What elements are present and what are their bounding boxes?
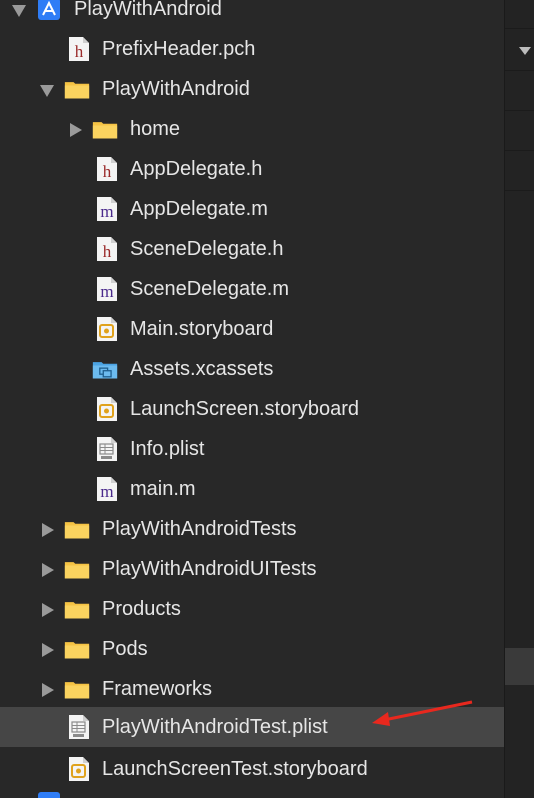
navigator-item-label: SceneDelegate.h <box>130 238 284 260</box>
navigator-row-tests[interactable]: PlayWithAndroidTests <box>0 509 504 549</box>
plist-icon <box>69 715 89 739</box>
h-file-icon: h <box>97 157 117 181</box>
folder-icon <box>92 122 118 139</box>
navigator-item-label: PrefixHeader.pch <box>102 38 256 60</box>
disclosure-triangle-icon[interactable] <box>12 5 26 17</box>
navigator-item-label: Frameworks <box>102 678 213 700</box>
disclosure-triangle-icon[interactable] <box>42 603 54 617</box>
navigator-row-main-storyboard[interactable]: Main.storyboard <box>0 309 504 349</box>
svg-text:m: m <box>100 282 113 301</box>
navigator-row-appdelegate-m[interactable]: m AppDelegate.m <box>0 189 504 229</box>
editor-separator <box>505 110 534 111</box>
h-file-icon: h <box>97 237 117 261</box>
navigator-item-label: AppDelegate.m <box>130 198 268 220</box>
folder-icon <box>64 82 90 99</box>
disclosure-triangle-icon[interactable] <box>42 643 54 657</box>
svg-text:m: m <box>100 482 113 501</box>
navigator-item-label: PlayWithAndroid <box>102 78 250 100</box>
h-file-icon: h <box>69 37 89 61</box>
navigator-row-playwithandroid-group[interactable]: PlayWithAndroid <box>0 69 504 109</box>
svg-text:m: m <box>100 202 113 221</box>
navigator-item-label: LaunchScreen.storyboard <box>130 398 360 420</box>
xcode-project-icon <box>38 792 60 798</box>
editor-separator <box>505 150 534 151</box>
m-file-icon: m <box>97 197 117 221</box>
navigator-item-label: Assets.xcassets <box>130 358 274 380</box>
disclosure-triangle-icon[interactable] <box>70 123 82 137</box>
svg-text:h: h <box>103 162 112 181</box>
disclosure-triangle-icon[interactable] <box>42 563 54 577</box>
navigator-row-pods[interactable]: Pods <box>0 629 504 669</box>
navigator-row-main-m[interactable]: m main.m <box>0 469 504 509</box>
storyboard-icon <box>69 757 89 781</box>
navigator-row-appdelegate-h[interactable]: h AppDelegate.h <box>0 149 504 189</box>
navigator-row-uitests[interactable]: PlayWithAndroidUITests <box>0 549 504 589</box>
navigator-item-label: PlayWithAndroidTest.plist <box>102 716 328 738</box>
navigator-row-launchscreen-storyboard[interactable]: LaunchScreen.storyboard <box>0 389 504 429</box>
editor-separator <box>505 70 534 71</box>
navigator-row-scenedelegate-m[interactable]: m SceneDelegate.m <box>0 269 504 309</box>
disclosure-triangle-icon[interactable] <box>42 683 54 697</box>
navigator-row-products[interactable]: Products <box>0 589 504 629</box>
storyboard-icon <box>97 317 117 341</box>
navigator-row-project[interactable]: PlayWithAndroid <box>0 0 504 29</box>
navigator-row-home[interactable]: home <box>0 109 504 149</box>
svg-text:h: h <box>75 42 84 61</box>
navigator-item-label: main.m <box>130 478 196 500</box>
svg-text:h: h <box>103 242 112 261</box>
navigator-item-label: Main.storyboard <box>130 318 274 340</box>
navigator-row-launchscreentest-storyboard[interactable]: LaunchScreenTest.storyboard <box>0 749 504 789</box>
navigator-item-label: SceneDelegate.m <box>130 278 289 300</box>
folder-icon <box>64 562 90 579</box>
navigator-item-label: Products <box>102 598 181 620</box>
folder-icon <box>64 642 90 659</box>
editor-separator <box>505 28 534 29</box>
disclosure-triangle-icon[interactable] <box>40 85 54 97</box>
disclosure-triangle-icon[interactable] <box>42 523 54 537</box>
annotation-arrow-icon <box>372 700 473 726</box>
m-file-icon: m <box>97 477 117 501</box>
m-file-icon: m <box>97 277 117 301</box>
folder-icon <box>64 602 90 619</box>
chevron-down-icon[interactable] <box>519 47 531 55</box>
editor-separator <box>505 190 534 191</box>
assets-folder-icon <box>92 362 118 379</box>
navigator-item-label: Pods <box>102 638 148 660</box>
navigator-item-label: PlayWithAndroid <box>74 0 222 20</box>
editor-highlight <box>505 648 534 685</box>
folder-icon <box>64 682 90 699</box>
navigator-row-scenedelegate-h[interactable]: h SceneDelegate.h <box>0 229 504 269</box>
navigator-item-label: home <box>130 118 181 140</box>
xcode-project-icon <box>38 0 60 20</box>
navigator-item-label: PlayWithAndroidUITests <box>102 558 317 580</box>
navigator-item-label: PlayWithAndroidTests <box>102 518 297 540</box>
navigator-item-label: AppDelegate.h <box>130 158 263 180</box>
plist-icon <box>97 437 117 461</box>
navigator-row-info-plist[interactable]: Info.plist <box>0 429 504 469</box>
navigator-row-assets[interactable]: Assets.xcassets <box>0 349 504 389</box>
navigator-item-label: Info.plist <box>130 438 205 460</box>
folder-icon <box>64 522 90 539</box>
navigator-row-prefixheader[interactable]: h PrefixHeader.pch <box>0 29 504 69</box>
project-navigator: PlayWithAndroid h PrefixHeader.pch PlayW… <box>0 0 504 798</box>
navigator-item-label: LaunchScreenTest.storyboard <box>102 758 368 780</box>
storyboard-icon <box>97 397 117 421</box>
